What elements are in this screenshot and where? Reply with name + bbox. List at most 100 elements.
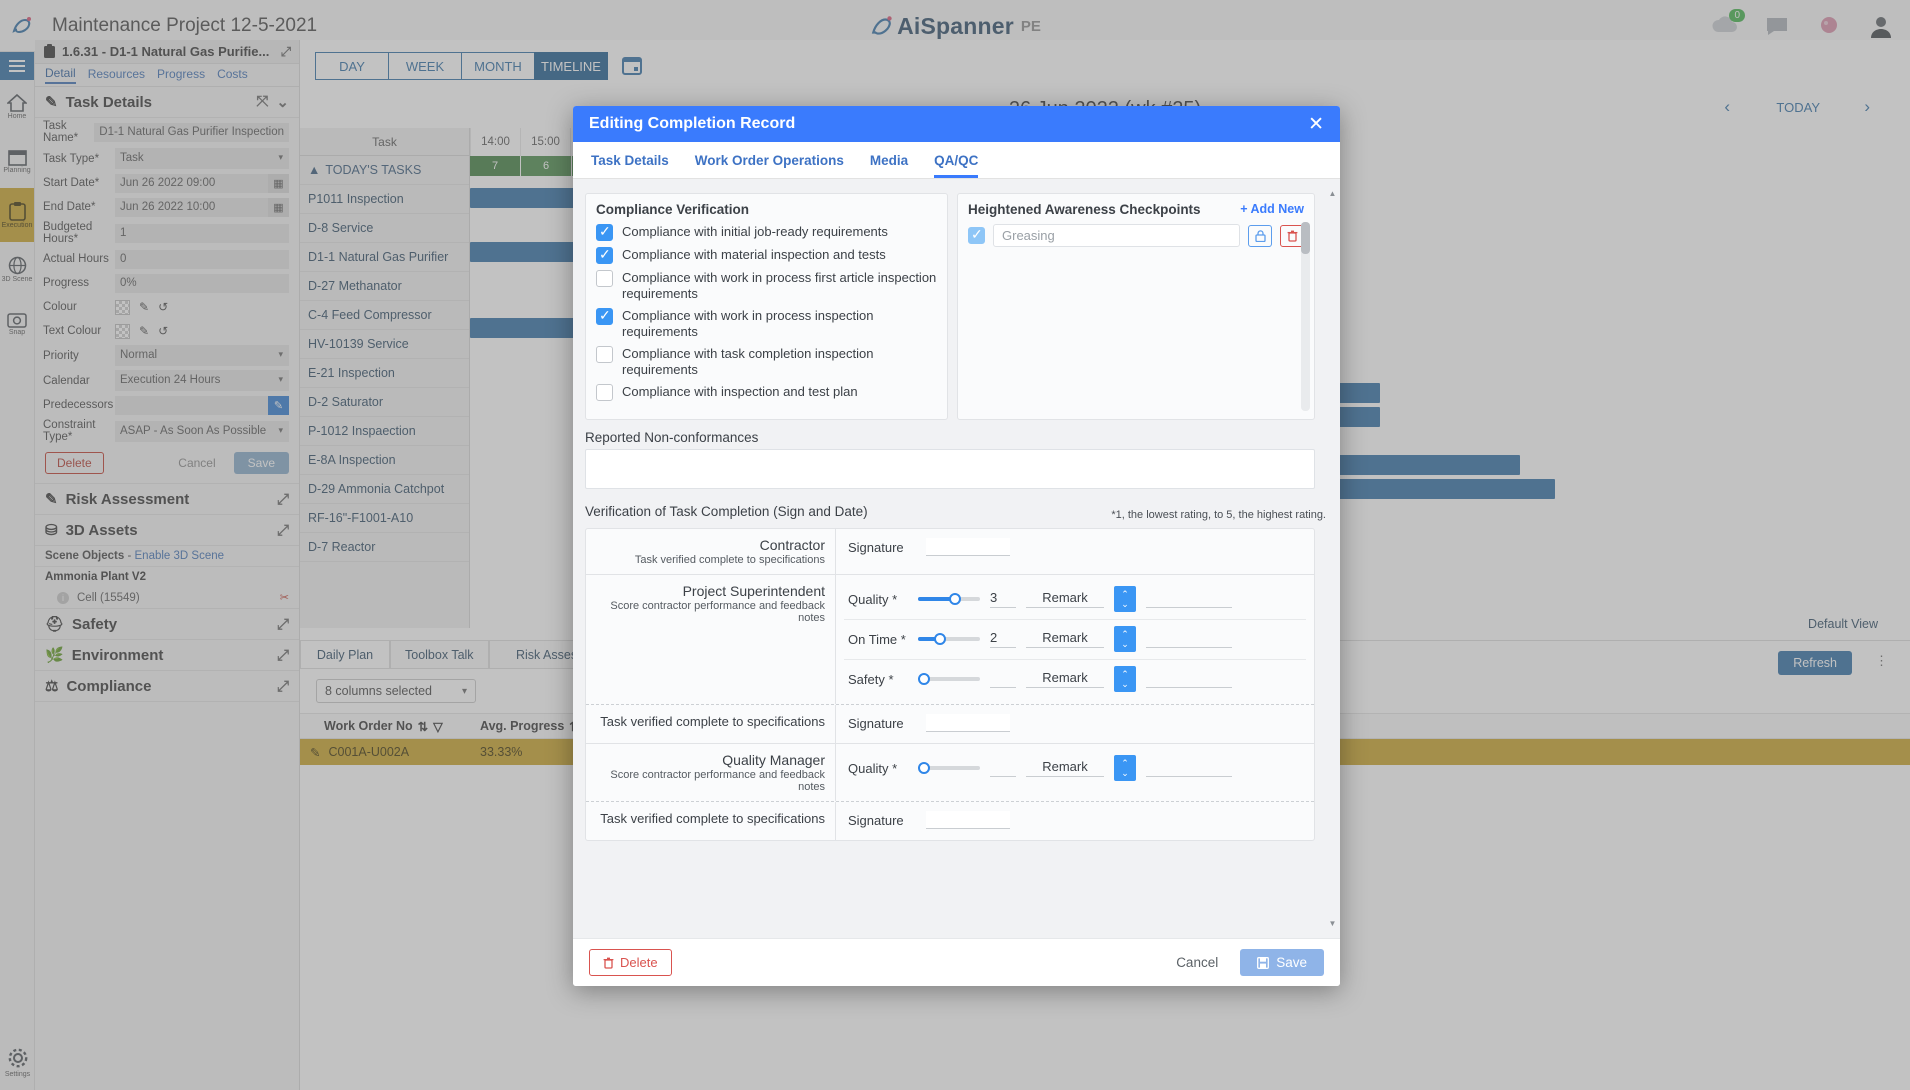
checkbox[interactable] [596,384,613,401]
role-subtitle: Task verified complete to specifications [586,714,825,729]
compliance-item[interactable]: Compliance with initial job-ready requir… [596,224,937,241]
score-row-quality: Quality * Remark ⌃⌄ [844,749,1306,788]
compliance-item[interactable]: Compliance with inspection and test plan [596,384,937,401]
nonconformances-label: Reported Non-conformances [585,430,758,445]
compliance-item[interactable]: Compliance with work in process first ar… [596,270,937,302]
checkpoints-scrollbar[interactable] [1301,222,1310,411]
checkbox[interactable] [596,224,613,241]
modal-title: Editing Completion Record [589,115,795,133]
score-row-on-time: On Time * 2 Remark ⌃⌄ [844,620,1306,660]
stepper-icon[interactable]: ⌃⌄ [1114,626,1136,652]
compliance-item-label: Compliance with inspection and test plan [622,384,858,400]
role-subtitle: Score contractor performance and feedbac… [586,769,825,793]
verification-value-cell: Quality * Remark ⌃⌄ [836,744,1314,801]
remark-input[interactable] [1146,759,1232,777]
scroll-down-icon[interactable]: ▼ [1328,919,1337,928]
compliance-item[interactable]: Compliance with task completion inspecti… [596,346,937,378]
heightened-awareness-card: + Add New Heightened Awareness Checkpoin… [957,193,1315,420]
signature-input[interactable] [926,811,1010,829]
signature-label: Signature [848,813,912,828]
add-new-checkpoint-button[interactable]: + Add New [1240,202,1304,216]
modal-save-button[interactable]: Save [1240,949,1324,976]
signature-label: Signature [848,716,912,731]
verification-value-cell: Signature [836,705,1314,743]
score-row-safety: Safety * Remark ⌃⌄ [844,660,1306,699]
modal-footer: Delete Cancel Save [573,938,1340,986]
modal-tab-qa-qc[interactable]: QA/QC [934,153,978,178]
verification-value-cell: Signature [836,802,1314,840]
verification-section-label: Verification of Task Completion (Sign an… [585,504,868,519]
verification-row-superintendent-signature: Task verified complete to specifications… [586,705,1314,744]
modal-save-label: Save [1276,955,1307,970]
modal-tab-work-order-operations[interactable]: Work Order Operations [695,153,844,178]
remark-input[interactable] [1146,630,1232,648]
rating-note: *1, the lowest rating, to 5, the highest… [1111,509,1326,521]
modal-header: Editing Completion Record ✕ [573,106,1340,142]
nonconformances-textarea[interactable] [585,449,1315,489]
safety-slider[interactable] [918,671,980,687]
remark-input[interactable] [1146,670,1232,688]
checkbox[interactable] [596,308,613,325]
verification-role-cell: Task verified complete to specifications [586,705,836,743]
stepper-icon[interactable]: ⌃⌄ [1114,666,1136,692]
verification-value-cell: Quality * 3 Remark ⌃⌄ On Time * [836,575,1314,704]
stepper-icon[interactable]: ⌃⌄ [1114,586,1136,612]
modal-tab-bar: Task Details Work Order Operations Media… [573,142,1340,179]
checkpoint-item: Greasing [968,224,1304,247]
role-subtitle: Task verified complete to specifications [586,811,825,826]
modal-delete-button[interactable]: Delete [589,949,672,976]
score-value[interactable] [990,670,1016,688]
modal-tab-task-details[interactable]: Task Details [591,153,669,178]
score-value[interactable]: 2 [990,630,1016,648]
remark-label: Remark [1026,630,1104,648]
compliance-item[interactable]: Compliance with material inspection and … [596,247,937,264]
scroll-up-icon[interactable]: ▲ [1328,189,1337,198]
score-value[interactable]: 3 [990,590,1016,608]
modal-scrollbar[interactable]: ▲ ▼ [1328,189,1337,928]
verification-role-cell: Contractor Task verified complete to spe… [586,529,836,574]
heightened-awareness-title: + Add New Heightened Awareness Checkpoin… [968,202,1304,217]
signature-line: Signature [844,807,1306,835]
quality-slider[interactable] [918,591,980,607]
close-icon[interactable]: ✕ [1308,113,1324,136]
lock-icon[interactable] [1248,225,1272,247]
modal-tab-media[interactable]: Media [870,153,908,178]
verification-role-cell: Quality Manager Score contractor perform… [586,744,836,801]
checkbox[interactable] [968,227,985,244]
verification-value-cell: Signature [836,529,1314,574]
compliance-item[interactable]: Compliance with work in process inspecti… [596,308,937,340]
signature-label: Signature [848,540,912,555]
remark-input[interactable] [1146,590,1232,608]
role-title: Project Superintendent [586,583,825,599]
on-time-slider[interactable] [918,631,980,647]
verification-row-contractor: Contractor Task verified complete to spe… [586,529,1314,575]
scrollbar-thumb[interactable] [1301,222,1310,254]
modal-body: Compliance Verification Compliance with … [573,179,1340,938]
verification-row-quality-manager-signature: Task verified complete to specifications… [586,802,1314,840]
compliance-item-label: Compliance with work in process inspecti… [622,308,937,340]
score-label: Safety * [848,672,908,687]
score-label: On Time * [848,632,908,647]
compliance-item-label: Compliance with initial job-ready requir… [622,224,888,240]
stepper-icon[interactable]: ⌃⌄ [1114,755,1136,781]
score-row-quality: Quality * 3 Remark ⌃⌄ [844,580,1306,620]
checkbox[interactable] [596,270,613,287]
score-value[interactable] [990,759,1016,777]
compliance-verification-title: Compliance Verification [596,202,937,217]
signature-input[interactable] [926,538,1010,556]
compliance-item-label: Compliance with material inspection and … [622,247,886,263]
verification-role-cell: Task verified complete to specifications [586,802,836,840]
score-label: Quality * [848,592,908,607]
checkbox[interactable] [596,247,613,264]
role-subtitle: Score contractor performance and feedbac… [586,600,825,624]
checkpoint-input[interactable]: Greasing [993,224,1240,247]
signature-line: Signature [844,534,1306,562]
signature-line: Signature [844,710,1306,738]
modal-cancel-button[interactable]: Cancel [1164,950,1230,975]
role-title: Quality Manager [586,752,825,768]
checkbox[interactable] [596,346,613,363]
signature-input[interactable] [926,714,1010,732]
quality-slider[interactable] [918,760,980,776]
modal-delete-label: Delete [620,955,658,970]
verification-row-project-superintendent: Project Superintendent Score contractor … [586,575,1314,705]
